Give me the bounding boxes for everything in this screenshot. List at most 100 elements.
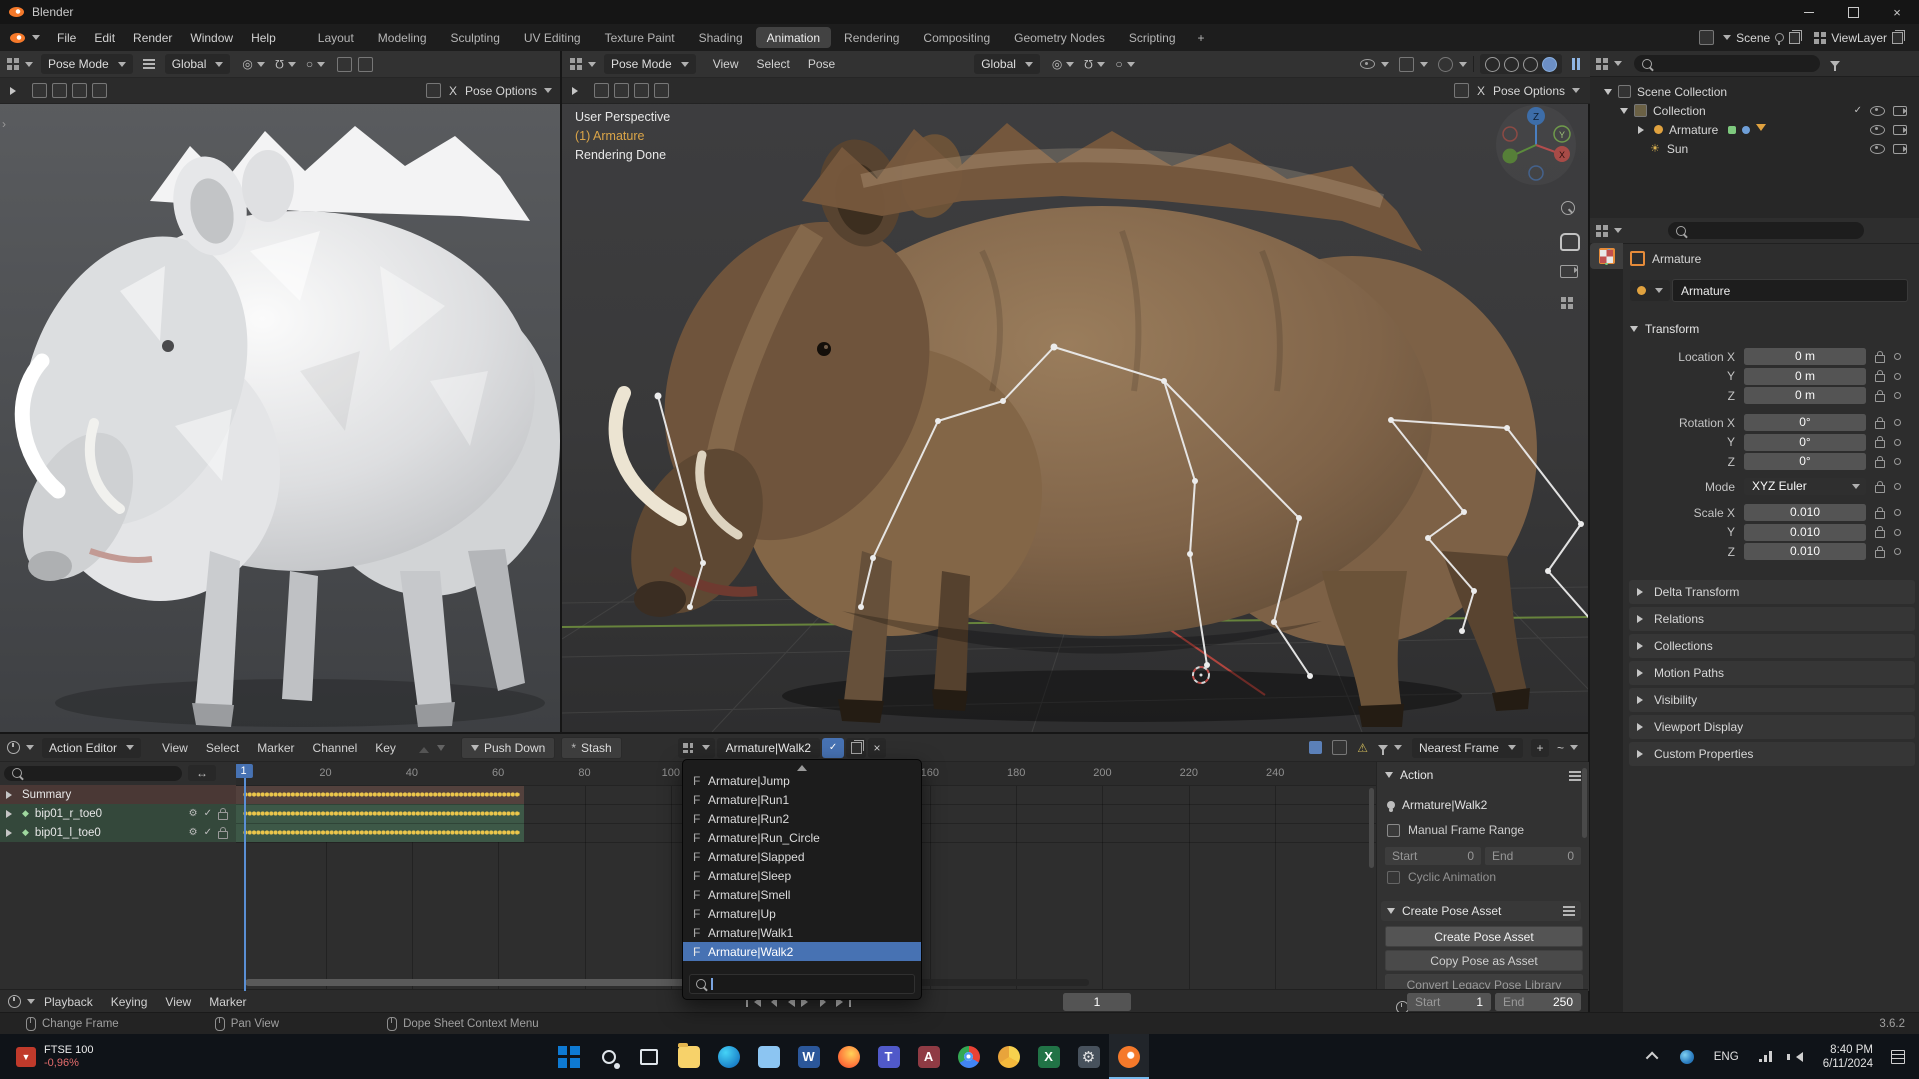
dropdown-search-input[interactable] bbox=[689, 974, 915, 994]
current-frame-label[interactable]: 1 bbox=[236, 764, 253, 778]
hide-eye-icon[interactable] bbox=[1870, 144, 1885, 154]
taskbar-app-file-explorer[interactable] bbox=[669, 1034, 709, 1079]
viewport-menu-item[interactable]: Pose bbox=[799, 57, 844, 71]
proportional-editing-icon[interactable]: ○ bbox=[306, 57, 313, 71]
action-list-item[interactable]: F Armature|Smell bbox=[683, 885, 921, 904]
transform-value-field[interactable]: 0° bbox=[1744, 453, 1866, 470]
header-menu-icon[interactable] bbox=[143, 59, 155, 69]
volume-icon[interactable] bbox=[1791, 1052, 1803, 1062]
action-list-item[interactable]: F Armature|Jump bbox=[683, 771, 921, 790]
editor-type-button[interactable] bbox=[1596, 58, 1622, 70]
manual-frame-range-checkbox[interactable] bbox=[1387, 824, 1400, 837]
collapsed-panel-header[interactable]: Viewport Display bbox=[1629, 715, 1915, 739]
hidden-channels-icon[interactable] bbox=[1332, 740, 1347, 755]
browse-action-button[interactable] bbox=[678, 738, 715, 758]
dope-menu-item[interactable]: Select bbox=[197, 741, 248, 755]
panel-menu-icon[interactable] bbox=[1569, 771, 1581, 781]
playback-menu-item[interactable]: Keying bbox=[102, 995, 157, 1009]
animate-dot-icon[interactable] bbox=[1894, 353, 1901, 360]
vertical-scrollbar[interactable] bbox=[1369, 788, 1374, 868]
name-field[interactable]: Armature bbox=[1672, 279, 1908, 302]
lock-icon[interactable] bbox=[1875, 511, 1885, 519]
app-menu-button[interactable] bbox=[10, 33, 40, 43]
animate-dot-icon[interactable] bbox=[1894, 483, 1901, 490]
lock-icon[interactable] bbox=[1875, 355, 1885, 363]
panel-menu-icon[interactable] bbox=[1563, 906, 1575, 916]
taskbar-app-word[interactable]: W bbox=[789, 1034, 829, 1079]
shading-solid-icon[interactable] bbox=[1504, 57, 1519, 72]
workspace-tab[interactable]: Texture Paint bbox=[594, 27, 686, 48]
properties-search-input[interactable] bbox=[1668, 222, 1864, 239]
modifier-icon[interactable]: ⚙ bbox=[189, 808, 198, 819]
playback-menu-item[interactable]: Playback bbox=[35, 995, 102, 1009]
ortho-grid-icon[interactable] bbox=[1561, 297, 1573, 312]
close-toolbar-button[interactable]: X bbox=[449, 84, 457, 98]
expand-collapse-icon[interactable]: ↔ bbox=[188, 765, 216, 781]
workspace-tab[interactable]: Geometry Nodes bbox=[1003, 27, 1116, 48]
select-box-icon[interactable] bbox=[594, 83, 609, 98]
transform-value-field[interactable]: 0° bbox=[1744, 434, 1866, 451]
push-down-button[interactable]: Push Down bbox=[461, 737, 555, 759]
action-name-field[interactable]: Armature|Walk2 bbox=[717, 738, 820, 758]
shading-rendered-icon[interactable] bbox=[1542, 57, 1557, 72]
manual-frame-range-row[interactable]: Manual Frame Range bbox=[1387, 823, 1524, 837]
mute-checkbox[interactable]: ✓ bbox=[204, 827, 212, 838]
topbar-menu-item[interactable]: Window bbox=[181, 31, 242, 45]
lock-icon[interactable] bbox=[1875, 460, 1885, 468]
action-panel-header[interactable]: Action bbox=[1385, 768, 1433, 782]
editor-type-button[interactable] bbox=[570, 58, 596, 70]
animate-dot-icon[interactable] bbox=[1894, 509, 1901, 516]
select-lasso-icon[interactable] bbox=[634, 83, 649, 98]
transform-value-field[interactable]: 0.010 bbox=[1744, 543, 1866, 560]
transform-value-field[interactable]: 0 m bbox=[1744, 348, 1866, 365]
unlink-action-button[interactable]: × bbox=[868, 738, 886, 758]
add-icon[interactable]: + bbox=[1531, 739, 1549, 757]
workspace-tab[interactable]: UV Editing bbox=[513, 27, 592, 48]
pause-render-icon[interactable] bbox=[1572, 58, 1580, 70]
workspace-tab[interactable]: Layout bbox=[307, 27, 365, 48]
pose-options-popover[interactable]: Pose Options bbox=[1493, 84, 1580, 98]
camera-view-icon[interactable] bbox=[1560, 265, 1578, 281]
workspace-tab[interactable]: Scripting bbox=[1118, 27, 1187, 48]
transform-value-field[interactable]: 0° bbox=[1744, 414, 1866, 431]
object-visibility-dropdown[interactable] bbox=[1360, 59, 1389, 69]
network-icon[interactable] bbox=[1759, 1051, 1773, 1062]
lock-icon[interactable] bbox=[1875, 394, 1885, 402]
transform-value-field[interactable]: 0.010 bbox=[1744, 504, 1866, 521]
workspace-tab[interactable]: Animation bbox=[756, 27, 831, 48]
panel-scrollbar[interactable] bbox=[1582, 768, 1587, 838]
lock-icon[interactable] bbox=[1875, 530, 1885, 538]
keyframe-band-summary[interactable] bbox=[236, 785, 524, 804]
taskbar-app-start[interactable] bbox=[549, 1034, 589, 1079]
orientation-dropdown[interactable]: Global bbox=[165, 54, 231, 74]
orientation-dropdown[interactable]: Global bbox=[974, 54, 1040, 74]
keyframes[interactable] bbox=[243, 788, 520, 801]
gizmos-dropdown[interactable] bbox=[1399, 57, 1428, 72]
collection-checkbox[interactable]: ✓ bbox=[1854, 105, 1862, 116]
tray-app-icon[interactable] bbox=[1680, 1050, 1694, 1064]
render-camera-icon[interactable] bbox=[1893, 125, 1907, 135]
start-frame-field[interactable]: Start1 bbox=[1407, 993, 1491, 1011]
shading-material-icon[interactable] bbox=[1523, 57, 1538, 72]
viewport-menu-item[interactable]: View bbox=[704, 57, 748, 71]
action-list-item[interactable]: F Armature|Run2 bbox=[683, 809, 921, 828]
animate-dot-icon[interactable] bbox=[1894, 458, 1901, 465]
create-pose-asset-panel-header[interactable]: Create Pose Asset bbox=[1381, 901, 1581, 921]
editor-type-button[interactable] bbox=[8, 995, 35, 1008]
tool-icon-a[interactable] bbox=[337, 57, 352, 72]
transform-value-field[interactable]: XYZ Euler bbox=[1744, 478, 1866, 495]
animate-dot-icon[interactable] bbox=[1894, 419, 1901, 426]
collapsed-panel-header[interactable]: Delta Transform bbox=[1629, 580, 1915, 604]
action-list-item[interactable]: F Armature|Up bbox=[683, 904, 921, 923]
lock-icon[interactable] bbox=[1875, 440, 1885, 448]
animate-dot-icon[interactable] bbox=[1894, 439, 1901, 446]
tray-expand-icon[interactable] bbox=[1645, 1052, 1658, 1065]
topbar-menu-item[interactable]: Render bbox=[124, 31, 181, 45]
select-circle-icon[interactable] bbox=[614, 83, 629, 98]
keyframes[interactable] bbox=[243, 807, 520, 820]
close-button[interactable]: × bbox=[1875, 0, 1919, 24]
playback-menu-item[interactable]: View bbox=[156, 995, 200, 1009]
channel-row-summary[interactable]: Summary bbox=[0, 785, 236, 804]
only-selected-toggle-icon[interactable] bbox=[1309, 741, 1322, 754]
layer-down-icon[interactable] bbox=[437, 745, 445, 755]
